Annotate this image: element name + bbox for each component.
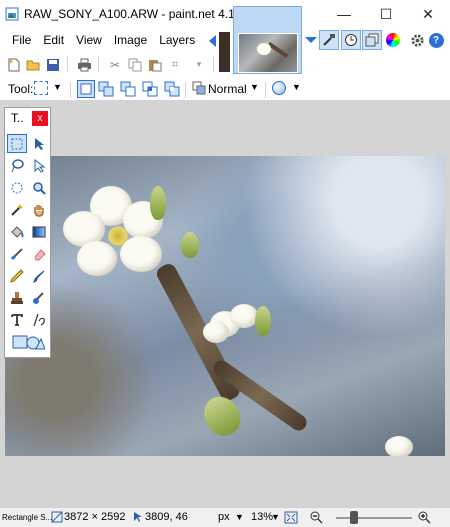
selection-mode-exclude-icon[interactable] xyxy=(119,80,137,98)
tool-dropdown-chevron-icon[interactable]: ▼ xyxy=(53,82,62,92)
thumbnails-scroll-left-icon[interactable] xyxy=(209,35,216,47)
crop-to-selection-icon[interactable]: ⌗ xyxy=(167,57,183,72)
lasso-select-tool-icon[interactable] xyxy=(7,156,27,175)
tools-panel-title: T.. xyxy=(11,111,24,125)
rectangle-select-tool-icon[interactable] xyxy=(7,134,27,153)
paintnet-app-icon xyxy=(5,7,19,21)
tools-panel-header[interactable]: T.. x xyxy=(5,108,50,128)
thumbnails-dropdown-icon[interactable] xyxy=(305,37,317,43)
photo-flower-petal xyxy=(77,241,117,276)
photo-bud xyxy=(181,232,199,258)
tools-panel-close-button[interactable]: x xyxy=(32,111,48,126)
clone-stamp-tool-icon[interactable] xyxy=(7,288,27,307)
status-tool-hint: Rectangle S... xyxy=(2,513,53,522)
paste-icon[interactable] xyxy=(147,57,163,72)
magic-wand-tool-icon[interactable] xyxy=(7,200,27,219)
gradient-tool-icon[interactable] xyxy=(29,222,49,241)
save-icon[interactable] xyxy=(45,57,61,72)
selection-mode-intersect-icon[interactable] xyxy=(141,80,159,98)
thumbnail-preview xyxy=(238,33,298,73)
photo-flower-small-petal xyxy=(230,304,258,328)
antialiasing-icon[interactable] xyxy=(272,81,286,95)
help-icon[interactable]: ? xyxy=(426,30,446,50)
thumbnail-flower xyxy=(257,43,271,55)
title-bar: RAW_SONY_A100.ARW - paint.net 4.1 — ☐ ✕ xyxy=(0,0,450,28)
menu-layers[interactable]: Layers xyxy=(153,33,201,47)
print-icon[interactable] xyxy=(76,57,92,72)
blending-mode-icon xyxy=(192,81,206,98)
zoom-in-icon[interactable] xyxy=(418,511,431,524)
window-title: RAW_SONY_A100.ARW - paint.net 4.1 xyxy=(24,7,235,21)
cursor-position-icon xyxy=(134,512,142,522)
status-zoom-level[interactable]: 13% xyxy=(251,511,273,523)
open-icon[interactable] xyxy=(25,57,41,72)
tools-window-toggle-icon[interactable] xyxy=(319,30,339,50)
units-selector[interactable]: px xyxy=(218,511,230,523)
zoom-dropdown-icon[interactable]: ▼ xyxy=(271,512,280,522)
paintbrush-tool-icon[interactable] xyxy=(7,244,27,263)
tool-label: Tool: xyxy=(8,82,34,96)
zoom-tool-icon[interactable] xyxy=(29,178,49,197)
pencil-tool-icon[interactable] xyxy=(7,266,27,285)
zoom-to-window-icon[interactable] xyxy=(284,511,298,524)
units-dropdown-icon[interactable]: ▼ xyxy=(235,512,244,522)
svg-text:✦: ✦ xyxy=(8,58,14,66)
current-tool-rectangle-select-icon[interactable] xyxy=(34,81,48,95)
text-tool-icon[interactable] xyxy=(7,310,27,329)
history-window-toggle-icon[interactable] xyxy=(341,30,361,50)
status-cursor-position: 3809, 46 xyxy=(145,511,188,523)
photo-flower-edge xyxy=(385,436,413,456)
menu-image[interactable]: Image xyxy=(108,33,153,47)
ellipse-select-tool-icon[interactable] xyxy=(7,178,27,197)
status-bar: Rectangle S... 3872 × 2592 3809, 46 px ▼… xyxy=(0,508,450,527)
photo-bud xyxy=(150,186,166,220)
zoom-slider-thumb[interactable] xyxy=(350,511,358,524)
zoom-slider-track[interactable] xyxy=(336,517,412,519)
color-picker-tool-icon[interactable] xyxy=(29,266,49,285)
blending-mode-dropdown-icon[interactable]: ▼ xyxy=(250,82,259,92)
maximize-button[interactable]: ☐ xyxy=(365,0,407,28)
canvas-area[interactable] xyxy=(0,100,450,508)
minimize-button[interactable]: — xyxy=(323,0,365,28)
move-selected-pixels-tool-icon[interactable] xyxy=(29,134,49,153)
settings-gear-icon[interactable] xyxy=(407,30,427,50)
colors-window-toggle-icon[interactable] xyxy=(383,30,403,50)
recolor-tool-icon[interactable] xyxy=(29,288,49,307)
eraser-tool-icon[interactable] xyxy=(29,244,49,263)
main-toolbar: ✦ ✂ ⌗ ▾ xyxy=(0,52,230,76)
menu-bar: File Edit View Image Layers xyxy=(0,28,210,52)
close-button[interactable]: ✕ xyxy=(407,0,449,28)
menu-view[interactable]: View xyxy=(70,33,108,47)
selection-mode-invert-icon[interactable] xyxy=(163,80,181,98)
menu-file[interactable]: File xyxy=(6,33,37,47)
pan-tool-icon[interactable] xyxy=(29,200,49,219)
tools-panel: T.. x xyxy=(4,107,51,358)
selection-mode-replace-icon[interactable] xyxy=(77,80,95,98)
antialiasing-dropdown-icon[interactable]: ▼ xyxy=(292,82,301,92)
image-thumbnail-active[interactable] xyxy=(233,6,302,74)
status-image-size: 3872 × 2592 xyxy=(64,511,126,523)
cut-icon[interactable]: ✂ xyxy=(107,57,123,72)
image-canvas[interactable] xyxy=(5,156,445,456)
photo-bud xyxy=(197,390,247,442)
photo-flower-small-petal xyxy=(203,321,229,343)
tool-options-bar: Tool: ▼ Normal ▼ ▼ xyxy=(0,78,450,100)
shapes-tool-icon[interactable] xyxy=(9,332,47,351)
layers-window-toggle-icon[interactable] xyxy=(362,30,382,50)
photo-flower-center xyxy=(107,226,129,246)
image-size-icon xyxy=(51,511,63,523)
selection-mode-union-icon[interactable] xyxy=(97,80,115,98)
toolbar-more-chevron-icon[interactable]: ▾ xyxy=(191,57,207,72)
move-selection-tool-icon[interactable] xyxy=(29,156,49,175)
copy-icon[interactable] xyxy=(127,57,143,72)
paint-bucket-tool-icon[interactable] xyxy=(7,222,27,241)
photo-bud xyxy=(255,306,271,336)
new-image-icon[interactable]: ✦ xyxy=(6,57,22,72)
menu-edit[interactable]: Edit xyxy=(37,33,70,47)
blending-mode-value[interactable]: Normal xyxy=(208,82,247,96)
line-curve-tool-icon[interactable] xyxy=(29,310,49,329)
zoom-out-icon[interactable] xyxy=(310,511,323,524)
